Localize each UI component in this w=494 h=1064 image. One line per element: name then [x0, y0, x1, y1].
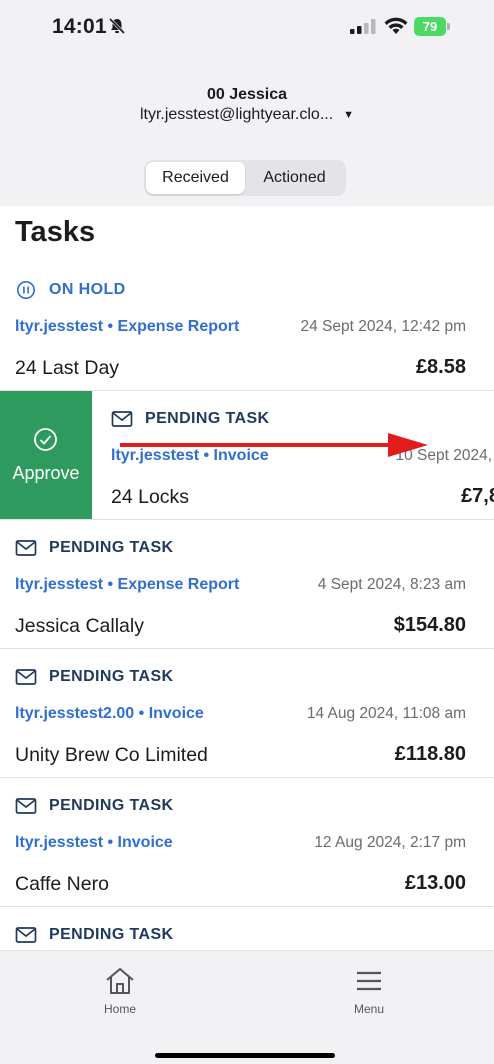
- user-email: ltyr.jesstest@lightyear.clo...: [139, 106, 334, 123]
- task-name: Caffe Nero: [15, 873, 109, 895]
- check-circle-icon: [34, 428, 57, 451]
- task-status: PENDING TASK: [15, 537, 174, 559]
- task-status: PENDING TASK: [15, 795, 174, 817]
- task-list[interactable]: ON HOLD ltyr.jesstest • Expense Report 2…: [0, 262, 494, 950]
- task-date: 4 Sept 2024, 8:23 am: [317, 576, 466, 593]
- task-status-label: PENDING TASK: [49, 926, 174, 943]
- page-title: Tasks: [15, 216, 96, 248]
- task-amount: £118.80: [394, 743, 466, 765]
- task-status-label: ON HOLD: [49, 281, 126, 298]
- task-row[interactable]: PENDING TASK ltyr.jesstest2.00 • Invoice…: [0, 649, 494, 778]
- task-amount: £7,8: [461, 485, 494, 507]
- task-name: 24 Locks: [111, 486, 190, 508]
- wifi-icon: [384, 17, 408, 34]
- approve-button[interactable]: Approve: [0, 391, 92, 519]
- task-status-label: PENDING TASK: [145, 410, 270, 427]
- tab-home-label: Home: [103, 1002, 136, 1016]
- segment-bar: Received Actioned: [0, 154, 494, 206]
- task-status-label: PENDING TASK: [49, 539, 174, 556]
- approve-label: Approve: [12, 463, 80, 483]
- task-row[interactable]: ON HOLD ltyr.jesstest • Expense Report 2…: [0, 262, 494, 391]
- task-status: PENDING TASK: [15, 924, 174, 946]
- task-date: 12 Aug 2024, 2:17 pm: [314, 834, 466, 851]
- status-bar: 14:01 79: [0, 0, 494, 54]
- task-row[interactable]: PENDING TASK ltyr.jesstest • Invoice 12 …: [0, 778, 494, 907]
- task-status-label: PENDING TASK: [49, 668, 174, 685]
- envelope-icon: [15, 540, 37, 556]
- user-name: 00 Jessica: [206, 86, 288, 103]
- cellular-signal-icon: [350, 19, 376, 34]
- home-icon: [106, 968, 134, 994]
- task-name: Jessica Callaly: [15, 615, 144, 637]
- battery-indicator: 79: [414, 17, 450, 36]
- task-row[interactable]: PENDING TASK ltyr.jesstest • Expense Rep…: [0, 520, 494, 649]
- battery-level: 79: [414, 17, 446, 36]
- status-time: 14:01: [52, 15, 107, 38]
- tab-menu-label: Menu: [353, 1002, 385, 1016]
- envelope-icon: [15, 669, 37, 685]
- task-status: ON HOLD: [15, 279, 126, 301]
- envelope-icon: [15, 927, 37, 943]
- tab-home[interactable]: Home: [80, 965, 160, 1016]
- swipe-arrow-annotation: [120, 433, 428, 457]
- task-meta: ltyr.jesstest • Expense Report: [15, 318, 240, 335]
- pause-circle-icon: [17, 281, 35, 299]
- tab-actioned[interactable]: Actioned: [245, 162, 344, 194]
- tab-menu[interactable]: Menu: [329, 965, 409, 1016]
- task-date: 14 Aug 2024, 11:08 am: [306, 705, 466, 722]
- task-date: 24 Sept 2024, 12:42 pm: [300, 318, 466, 335]
- bell-muted-icon: [108, 17, 126, 35]
- task-meta: ltyr.jesstest2.00 • Invoice: [15, 705, 204, 722]
- menu-icon: [357, 971, 381, 991]
- envelope-icon: [111, 411, 133, 427]
- task-status-label: PENDING TASK: [49, 797, 174, 814]
- caret-down-icon[interactable]: ▼: [343, 109, 354, 121]
- task-meta: ltyr.jesstest • Expense Report: [15, 576, 240, 593]
- segmented-control: Received Actioned: [144, 160, 346, 196]
- task-amount: $154.80: [393, 614, 466, 636]
- task-row[interactable]: PENDING TASK: [0, 907, 494, 950]
- home-indicator: [155, 1053, 335, 1058]
- task-name: Unity Brew Co Limited: [15, 744, 208, 766]
- task-amount: £8.58: [415, 356, 466, 378]
- battery-tip: [447, 23, 450, 30]
- task-status: PENDING TASK: [15, 666, 174, 688]
- task-status: PENDING TASK: [111, 408, 270, 430]
- account-header[interactable]: 00 Jessica ltyr.jesstest@lightyear.clo..…: [0, 54, 494, 154]
- envelope-icon: [15, 798, 37, 814]
- account-switcher[interactable]: ltyr.jesstest@lightyear.clo... ▼: [0, 106, 494, 124]
- task-amount: £13.00: [404, 872, 466, 894]
- task-meta: ltyr.jesstest • Invoice: [15, 834, 173, 851]
- tab-received[interactable]: Received: [146, 162, 245, 194]
- task-name: 24 Last Day: [15, 357, 120, 379]
- tab-bar: Home Menu: [0, 950, 494, 1064]
